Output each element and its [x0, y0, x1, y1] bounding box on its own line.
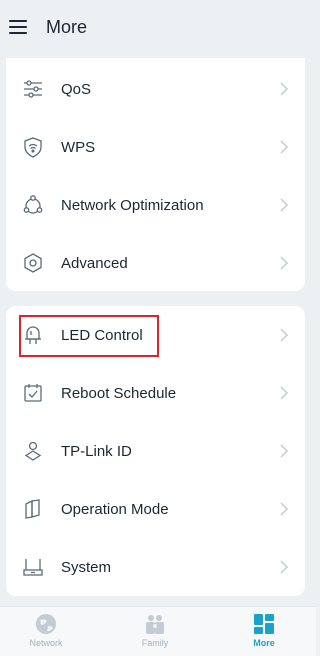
chevron-right-icon [279, 82, 289, 96]
chevron-right-icon [279, 198, 289, 212]
menu-item-network-optimization[interactable]: Network Optimization [6, 176, 305, 234]
chevron-right-icon [279, 502, 289, 516]
router-system-icon [22, 556, 44, 578]
chevron-right-icon [279, 328, 289, 342]
menu-item-operation-mode[interactable]: Operation Mode [6, 480, 305, 538]
nav-family[interactable]: Family [115, 613, 195, 655]
chevron-right-icon [279, 560, 289, 574]
menu-item-wps[interactable]: WPS [6, 118, 305, 176]
hexagon-gear-icon [22, 252, 44, 274]
top-bar: More [0, 0, 316, 56]
menu-item-label: Reboot Schedule [61, 384, 177, 402]
nav-network[interactable]: Network [6, 613, 86, 655]
chevron-right-icon [279, 386, 289, 400]
menu-item-advanced[interactable]: Advanced [6, 234, 305, 292]
menu-item-label: QoS [61, 80, 92, 98]
network-optimization-icon [22, 194, 44, 216]
menu-item-system[interactable]: System [6, 538, 305, 596]
shield-wifi-icon [22, 136, 44, 158]
nav-more[interactable]: More [224, 613, 304, 655]
chevron-right-icon [279, 444, 289, 458]
calendar-check-icon [22, 382, 44, 404]
family-icon [144, 613, 166, 635]
menu-item-label: Operation Mode [61, 500, 169, 518]
menu-item-label: System [61, 558, 112, 576]
menu-item-qos[interactable]: QoS [6, 60, 305, 118]
menu-item-label: TP-Link ID [61, 442, 132, 460]
chevron-right-icon [279, 256, 289, 270]
settings-group-2: LED Control Reboot Schedule TP-Link ID O… [6, 306, 305, 596]
menu-item-tp-link-id[interactable]: TP-Link ID [6, 422, 305, 480]
globe-icon [35, 613, 57, 635]
grid-icon [253, 613, 275, 635]
menu-item-led-control[interactable]: LED Control [6, 306, 305, 364]
nav-label: More [253, 638, 275, 648]
led-icon [22, 324, 44, 346]
menu-item-reboot-schedule[interactable]: Reboot Schedule [6, 364, 305, 422]
map-mode-icon [22, 498, 44, 520]
menu-item-label: WPS [61, 138, 96, 156]
settings-group-1: QoS WPS Network Optimization Advanced [6, 58, 305, 291]
bottom-nav: Network Family More [0, 606, 316, 656]
sliders-icon [22, 78, 44, 100]
chevron-right-icon [279, 140, 289, 154]
menu-item-label: LED Control [61, 326, 143, 344]
user-id-icon [22, 440, 44, 462]
page-title: More [46, 17, 88, 37]
nav-label: Network [29, 638, 63, 648]
nav-label: Family [141, 638, 169, 648]
hamburger-menu-icon[interactable] [8, 17, 28, 37]
menu-item-label: Network Optimization [61, 196, 204, 214]
menu-item-label: Advanced [61, 254, 128, 272]
